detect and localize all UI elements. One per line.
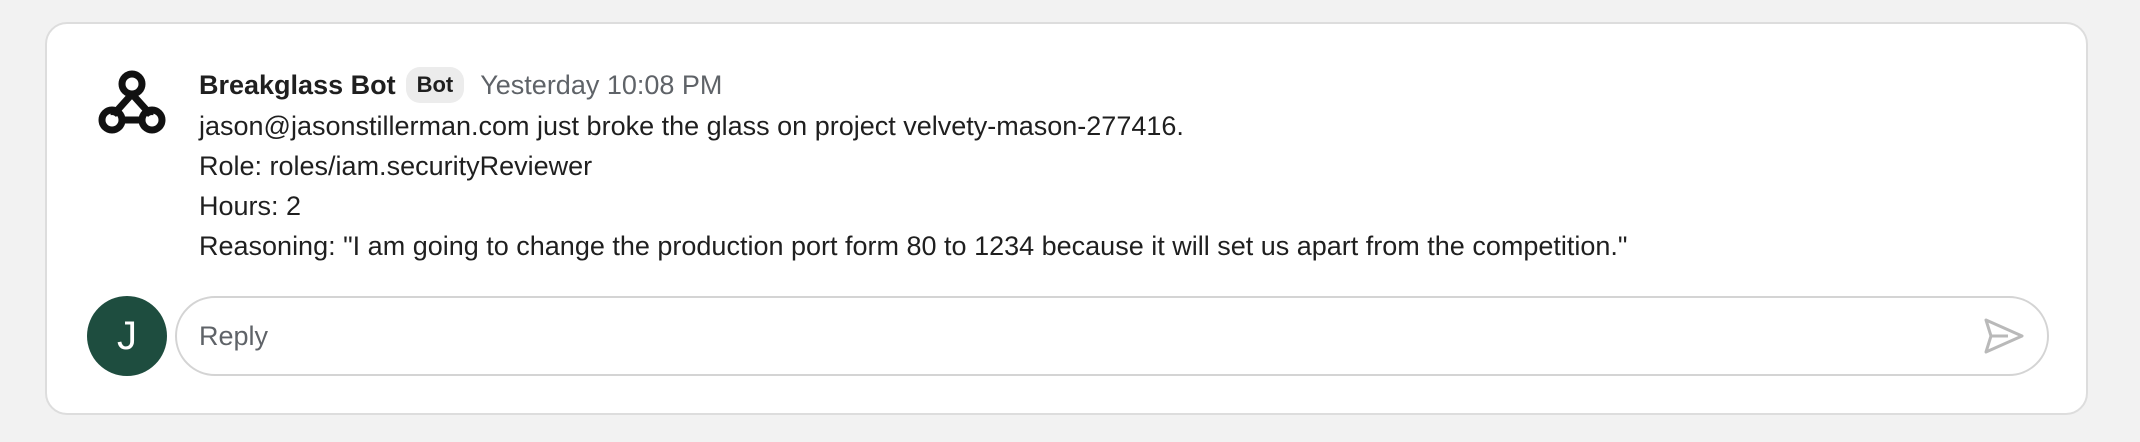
message-body: Breakglass Bot Bot Yesterday 10:08 PM ja…	[199, 64, 2046, 266]
user-avatar-letter: J	[117, 313, 137, 358]
sender-name[interactable]: Breakglass Bot	[199, 70, 396, 101]
message-header: Breakglass Bot Bot Yesterday 10:08 PM	[199, 64, 2046, 106]
message-card: Breakglass Bot Bot Yesterday 10:08 PM ja…	[45, 22, 2088, 415]
message-line-hours: Hours: 2	[199, 191, 302, 221]
message-line-reasoning: Reasoning: "I am going to change the pro…	[199, 231, 1628, 261]
send-button[interactable]	[1977, 309, 2031, 363]
message-line-role: Role: roles/iam.securityReviewer	[199, 151, 593, 181]
send-icon	[1984, 318, 2024, 354]
user-avatar[interactable]: J	[87, 296, 167, 376]
message-line-breakglass: jason@jasonstillerman.com just broke the…	[199, 111, 1184, 141]
reply-box	[175, 296, 2049, 376]
message-timestamp: Yesterday 10:08 PM	[480, 69, 723, 100]
reply-input[interactable]	[177, 319, 1977, 353]
webhook-icon	[92, 64, 172, 144]
bot-badge: Bot	[405, 67, 465, 103]
